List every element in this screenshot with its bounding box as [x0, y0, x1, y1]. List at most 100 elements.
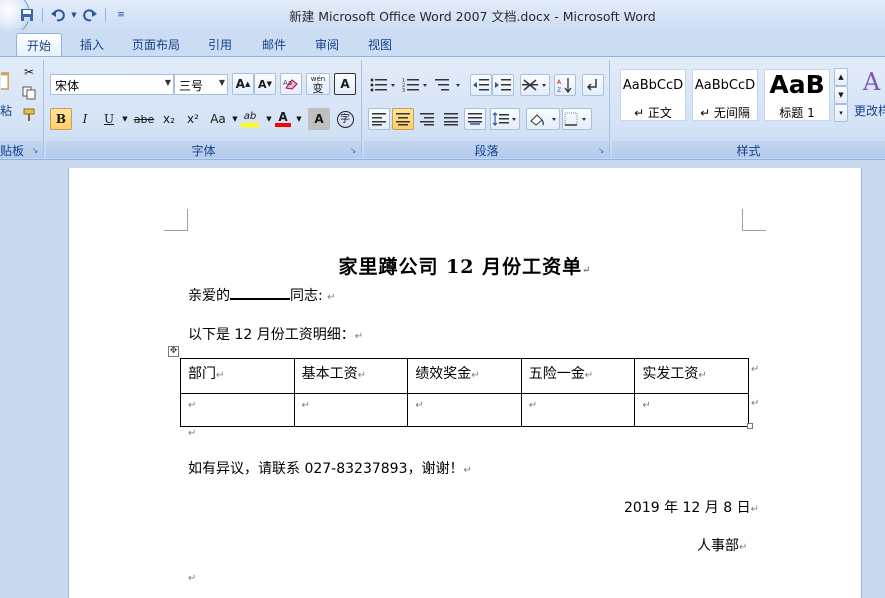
department-line[interactable]: 人事部↵: [697, 535, 747, 555]
grow-font-button[interactable]: A ▲: [232, 73, 254, 95]
intro-line[interactable]: 以下是 12 月份工资明细：↵: [188, 324, 363, 344]
table-cell[interactable]: 部门↵: [180, 358, 295, 394]
style-normal-name: ↵ 正文: [634, 106, 672, 120]
superscript-button[interactable]: x²: [182, 108, 204, 130]
styles-scroll-down-icon[interactable]: ▼: [834, 86, 848, 104]
change-styles-label[interactable]: 更改样: [854, 102, 885, 119]
style-no-spacing[interactable]: AaBbCcD ↵ 无间隔: [692, 69, 758, 121]
copy-icon[interactable]: [20, 84, 38, 102]
styles-more-icon[interactable]: ▾: [834, 104, 848, 122]
cut-icon[interactable]: ✂: [20, 63, 38, 81]
cell-mark: ↵: [301, 400, 310, 411]
highlight-button[interactable]: ab: [236, 108, 264, 130]
paragraph-launcher-icon[interactable]: ↘: [596, 146, 606, 156]
tab-page-layout[interactable]: 页面布局: [122, 33, 190, 57]
table-cell[interactable]: ↵: [407, 393, 522, 427]
align-center-icon[interactable]: [392, 108, 414, 130]
multilevel-list-icon[interactable]: [432, 74, 464, 96]
chevron-down-icon[interactable]: ▼: [219, 78, 225, 87]
style-normal[interactable]: AaBbCcD ↵ 正文: [620, 69, 686, 121]
align-left-icon[interactable]: [368, 108, 390, 130]
svg-text:3: 3: [402, 88, 405, 92]
character-border-button[interactable]: A: [334, 73, 356, 95]
numbering-icon[interactable]: 123: [400, 74, 430, 96]
contact-line[interactable]: 如有异议，请联系 027-83237893，谢谢！↵: [188, 458, 472, 478]
strikethrough-button[interactable]: abe: [132, 108, 156, 130]
underline-button[interactable]: U: [98, 108, 120, 130]
chinese-layout-icon[interactable]: [520, 74, 550, 96]
table-cell[interactable]: ↵: [293, 393, 409, 427]
chevron-down-icon[interactable]: ▼: [120, 108, 130, 130]
bullets-icon[interactable]: [368, 74, 398, 96]
line-spacing-icon[interactable]: [490, 108, 520, 130]
show-marks-icon[interactable]: [582, 74, 604, 96]
align-right-icon[interactable]: [416, 108, 438, 130]
table-cell[interactable]: 实发工资↵: [634, 358, 749, 394]
bold-button[interactable]: B: [50, 108, 72, 130]
header-department: 部门: [188, 366, 216, 382]
change-styles-icon[interactable]: A: [858, 64, 885, 100]
tab-insert[interactable]: 插入: [70, 33, 114, 57]
paragraph-group-label: 段落: [364, 141, 609, 158]
enclose-characters-button[interactable]: 字: [334, 108, 356, 130]
table-cell[interactable]: ↵: [520, 393, 636, 427]
phonetic-guide-button[interactable]: wén 变: [306, 73, 330, 95]
row-end-mark: ↵: [751, 398, 760, 409]
tab-review[interactable]: 审阅: [305, 33, 349, 57]
table-cell[interactable]: 五险一金↵: [520, 358, 636, 394]
font-launcher-icon[interactable]: ↘: [348, 146, 358, 156]
paragraph-mark: ↵: [354, 331, 364, 342]
font-color-label: A: [278, 110, 288, 124]
document-title-text: 家里蹲公司 12 月份工资单: [338, 256, 583, 278]
document-title[interactable]: 家里蹲公司 12 月份工资单↵: [68, 252, 862, 279]
subscript-button[interactable]: x₂: [158, 108, 180, 130]
tab-references[interactable]: 引用: [198, 33, 242, 57]
clipboard-launcher-icon[interactable]: ↘: [30, 146, 40, 156]
style-heading-1[interactable]: AaB 标题 1: [764, 69, 830, 121]
salary-table: 部门↵ 基本工资↵ 绩效奖金↵ 五险一金↵ 实发工资↵ ↵ ↵ ↵ ↵ ↵: [180, 358, 749, 427]
decrease-indent-icon[interactable]: [470, 74, 492, 96]
format-painter-icon[interactable]: [20, 106, 38, 124]
shading-icon[interactable]: [526, 108, 560, 130]
distributed-icon[interactable]: [464, 108, 486, 130]
styles-scroll-up-icon[interactable]: ▲: [834, 68, 848, 86]
svg-text:Aa: Aa: [283, 79, 292, 87]
tab-view[interactable]: 视图: [358, 33, 402, 57]
font-size-combo[interactable]: 三号 ▼: [174, 74, 228, 95]
font-name-combo[interactable]: 宋体 ▼: [50, 74, 174, 95]
highlight-label: ab: [243, 111, 257, 122]
table-move-handle-icon[interactable]: ✥: [168, 346, 179, 357]
character-shading-button[interactable]: A: [308, 108, 330, 130]
font-color-button[interactable]: A: [272, 108, 294, 130]
cell-mark: ↵: [415, 400, 424, 411]
styles-group: AaBbCcD ↵ 正文 AaBbCcD ↵ 无间隔 AaB 标题 1 ▲ ▼ …: [612, 60, 885, 158]
font-size-value: 三号: [179, 79, 204, 93]
name-blank: [230, 287, 290, 300]
paste-icon[interactable]: [0, 64, 10, 98]
style-heading-1-sample: AaB: [769, 70, 825, 99]
styles-group-label: 样式: [612, 141, 885, 158]
table-cell[interactable]: ↵: [634, 393, 749, 427]
table-cell[interactable]: 绩效奖金↵: [407, 358, 522, 394]
shrink-font-button[interactable]: A ▼: [254, 73, 276, 95]
change-case-button[interactable]: Aa: [206, 108, 230, 130]
chevron-down-icon[interactable]: ▼: [165, 78, 171, 87]
table-cell[interactable]: 基本工资↵: [293, 358, 409, 394]
borders-icon[interactable]: [562, 108, 592, 130]
justify-icon[interactable]: [440, 108, 462, 130]
table-resize-handle[interactable]: [747, 423, 753, 429]
tab-home[interactable]: 开始: [16, 33, 63, 57]
italic-button[interactable]: I: [74, 108, 96, 130]
title-bar: ▼ ≡ 新建 Microsoft Office Word 2007 文档.doc…: [0, 0, 885, 36]
font-group-label: 字体: [46, 141, 361, 158]
table-cell[interactable]: ↵: [180, 393, 295, 427]
increase-indent-icon[interactable]: [492, 74, 514, 96]
table-row: ↵ ↵ ↵ ↵ ↵: [180, 393, 749, 427]
clear-format-icon[interactable]: Aa: [280, 73, 302, 95]
header-base-salary: 基本工资: [301, 366, 358, 382]
greeting-line[interactable]: 亲爱的 同志: ↵: [188, 285, 336, 305]
date-line[interactable]: 2019 年 12 月 8 日↵: [624, 497, 759, 517]
chevron-down-icon[interactable]: ▼: [294, 108, 304, 130]
tab-mailings[interactable]: 邮件: [252, 33, 296, 57]
sort-icon[interactable]: AZ: [554, 74, 576, 96]
